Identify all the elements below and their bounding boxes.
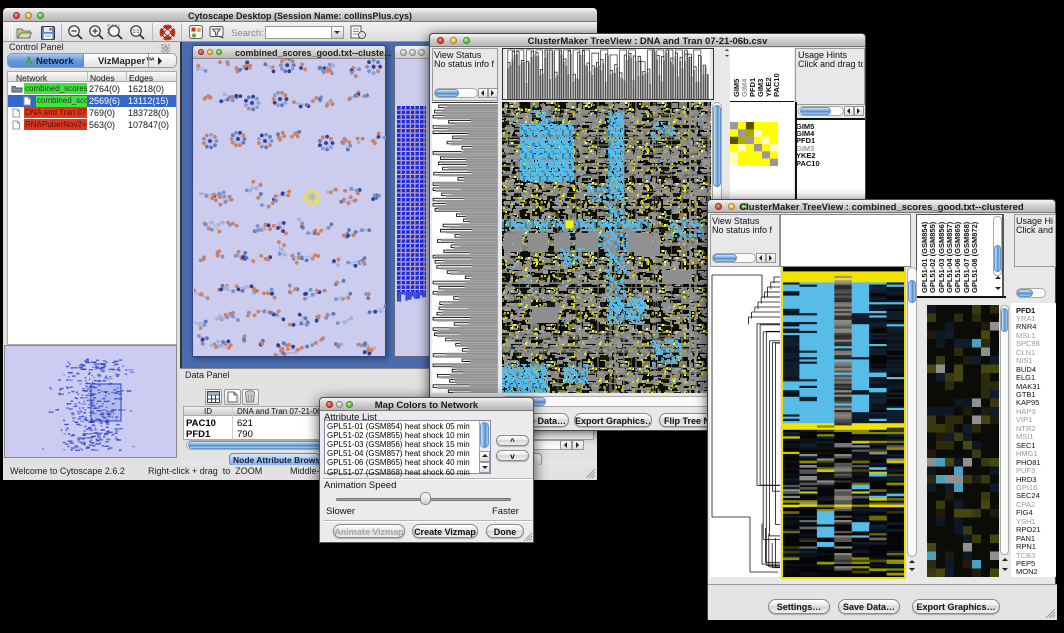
svg-text:1:1: 1:1 [133, 29, 140, 35]
